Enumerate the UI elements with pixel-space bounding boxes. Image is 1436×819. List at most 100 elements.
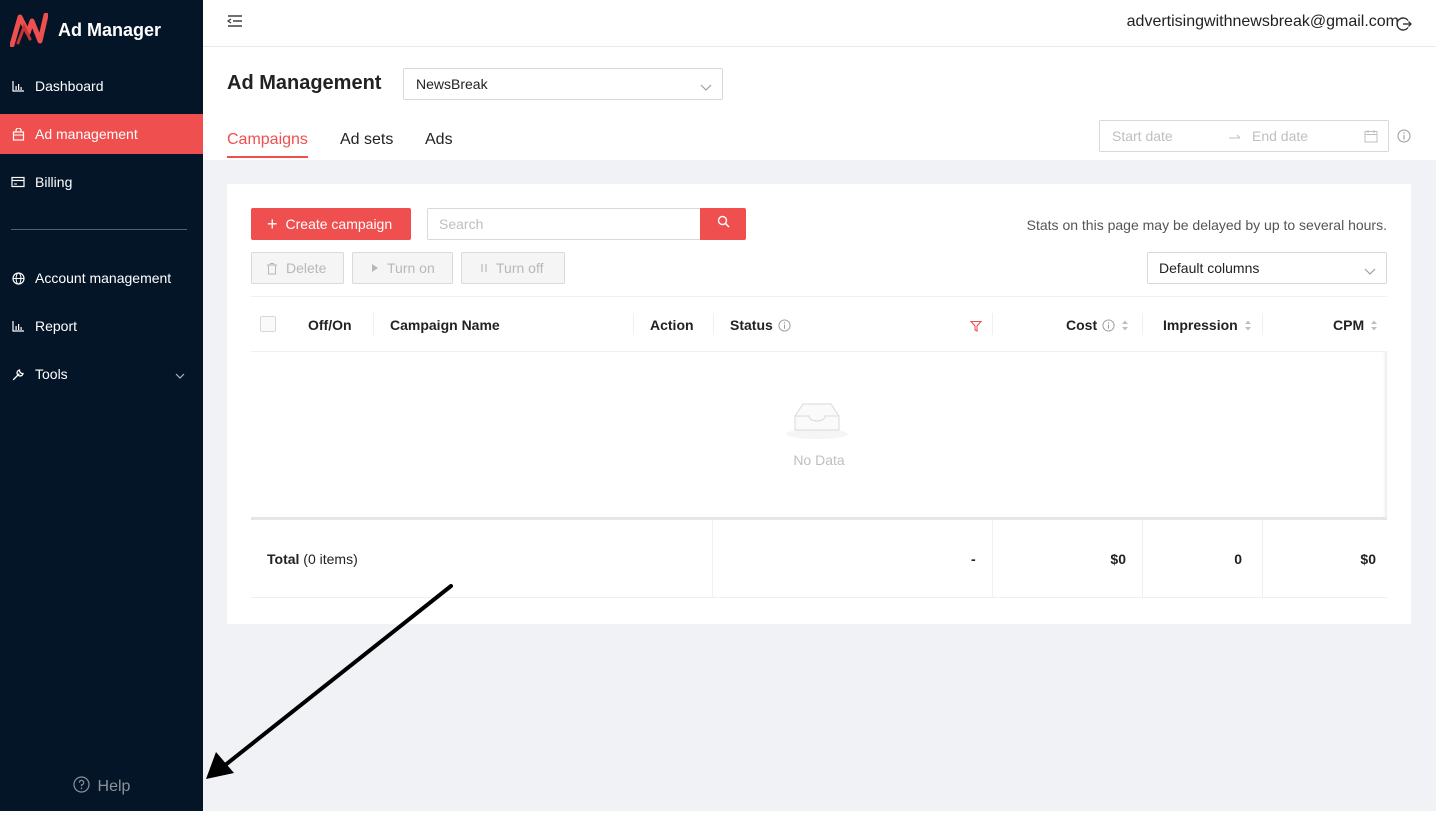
delete-label: Delete [286,260,327,276]
turn-off-label: Turn off [496,260,544,276]
total-count: (0 items) [303,551,358,567]
sidebar-item-ad-management[interactable]: Ad management [0,114,203,154]
chevron-down-icon [700,78,712,94]
sidebar-item-label: Account management [35,270,172,286]
column-header-action: Action [650,317,694,333]
delete-button[interactable]: Delete [251,252,344,284]
column-separator [1262,313,1263,335]
select-all-checkbox[interactable] [260,316,276,332]
columns-select-value: Default columns [1159,260,1260,276]
column-separator [992,313,993,335]
help-link[interactable]: Help [0,775,203,799]
sidebar-item-tools[interactable]: Tools [0,354,203,394]
search-icon [717,215,730,233]
column-header-off-on: Off/On [308,317,352,333]
question-circle-icon [72,776,90,798]
sidebar-item-dashboard[interactable]: Dashboard [0,66,203,106]
campaigns-table: Off/On Campaign Name Action Status Cost … [251,296,1387,598]
end-date-input[interactable]: End date [1252,128,1308,144]
column-header-impression[interactable]: Impression [1163,317,1252,333]
info-icon[interactable] [778,318,791,332]
column-separator [1142,520,1143,598]
user-email: advertisingwithnewsbreak@gmail.com [1126,13,1399,30]
column-header-cost[interactable]: Cost [1066,317,1129,333]
sidebar-item-billing[interactable]: Billing [0,162,203,202]
chevron-down-icon[interactable] [175,367,185,383]
globe-icon [11,271,25,285]
sidebar-item-account-management[interactable]: Account management [0,258,203,298]
create-campaign-button[interactable]: + Create campaign [251,208,411,240]
info-icon[interactable] [1397,129,1411,148]
total-status: - [971,551,976,567]
sidebar-item-label: Report [35,318,78,334]
help-label: Help [97,778,131,795]
tab-ads[interactable]: Ads [425,131,453,149]
sidebar-item-label: Ad management [35,126,138,142]
trash-icon [266,262,278,275]
total-impression: 0 [1234,551,1242,567]
sort-icon[interactable] [1370,319,1378,332]
page-header: Ad Management NewsBreak Campaigns Ad set… [203,48,1436,160]
total-cost: $0 [1110,551,1126,567]
sidebar-divider [11,229,187,230]
stats-delay-note: Stats on this page may be delayed by up … [1026,217,1387,233]
info-icon[interactable] [1102,318,1115,332]
menu-fold-icon[interactable] [226,14,243,33]
wrench-icon [11,367,25,381]
column-separator [712,520,713,598]
total-cell: Total (0 items) [267,551,358,567]
empty-inbox-icon [785,398,849,445]
column-separator [373,313,374,335]
app-title: Ad Manager [58,19,162,40]
newsbreak-logo [10,13,48,47]
turn-on-button[interactable]: Turn on [352,252,453,284]
total-cpm: $0 [1360,551,1376,567]
credit-card-icon [11,175,25,189]
brand[interactable]: Ad Manager [10,13,161,47]
sidebar-item-label: Tools [35,366,68,382]
cpm-header-label: CPM [1333,317,1365,333]
active-tab-indicator [227,156,308,158]
impression-header-label: Impression [1163,317,1238,333]
date-range-picker[interactable]: Start date End date [1099,120,1389,152]
column-separator [1142,313,1143,335]
columns-select[interactable]: Default columns [1147,252,1387,284]
plus-icon: + [267,214,278,234]
cost-header-label: Cost [1066,317,1098,333]
shopping-bag-icon [11,127,25,141]
bar-chart-icon [11,319,25,333]
account-select[interactable]: NewsBreak [403,68,723,100]
status-header-label: Status [730,317,773,333]
filter-icon[interactable] [969,319,983,335]
table-header: Off/On Campaign Name Action Status Cost … [251,296,1387,352]
start-date-input[interactable]: Start date [1112,128,1173,144]
search-button[interactable] [700,208,746,240]
logout-icon[interactable] [1396,16,1412,37]
sidebar: Ad Manager Dashboard Ad management Billi… [0,0,203,811]
sidebar-item-label: Billing [35,174,73,190]
turn-on-label: Turn on [387,260,435,276]
turn-off-button[interactable]: Turn off [461,252,565,284]
sort-icon[interactable] [1121,319,1129,332]
tab-campaigns[interactable]: Campaigns [227,131,308,149]
tab-ad-sets[interactable]: Ad sets [340,131,393,149]
top-bar: advertisingwithnewsbreak@gmail.com [203,0,1436,47]
arrow-right-icon [1228,128,1242,144]
column-header-cpm[interactable]: CPM [1333,317,1378,333]
campaigns-card: + Create campaign Search Stats on this p… [227,184,1411,624]
sidebar-item-label: Dashboard [35,78,104,94]
column-separator [992,520,993,598]
sort-icon[interactable] [1244,319,1252,332]
bar-chart-icon [11,79,25,93]
create-campaign-label: Create campaign [285,216,393,232]
column-separator [633,313,634,335]
total-label: Total [267,551,300,567]
empty-text: No Data [793,452,845,468]
search-input[interactable]: Search [427,208,701,240]
chevron-down-icon [1364,262,1376,278]
play-icon [371,263,379,273]
sidebar-item-report[interactable]: Report [0,306,203,346]
pause-icon [480,263,488,273]
column-header-status: Status [730,317,791,333]
column-header-campaign-name: Campaign Name [390,317,500,333]
